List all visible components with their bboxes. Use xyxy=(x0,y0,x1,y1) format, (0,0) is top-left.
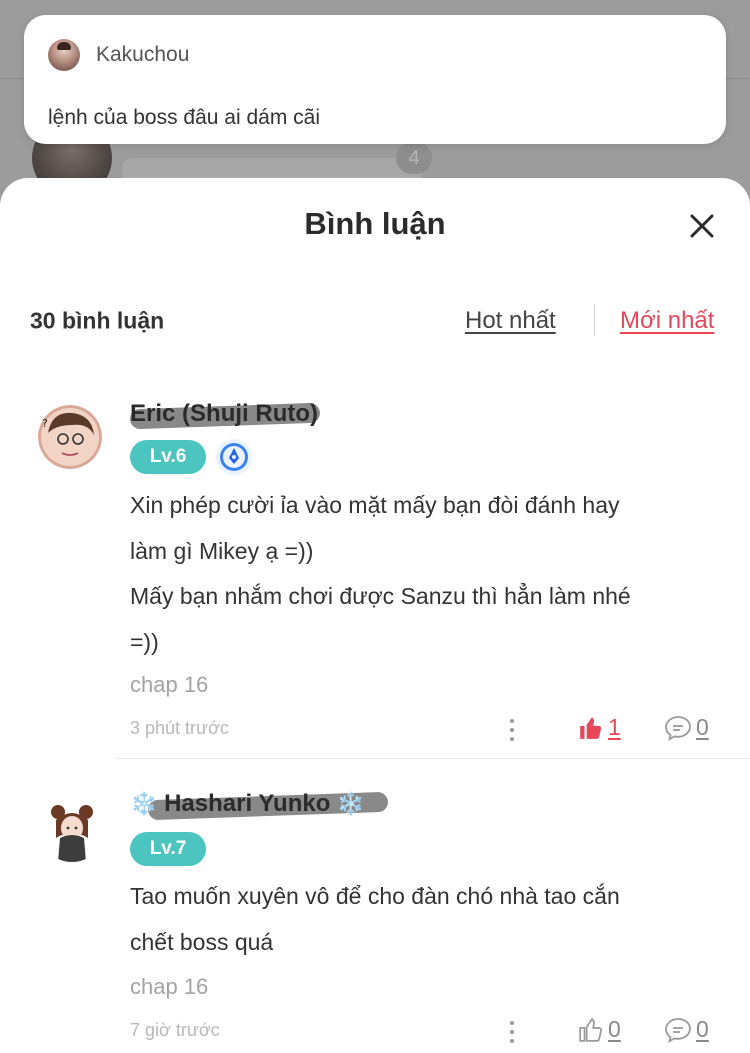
comment-count: 30 bình luận xyxy=(30,307,165,334)
comment-divider xyxy=(116,758,750,759)
more-icon xyxy=(510,719,514,723)
snowflake-icon: ❄️ xyxy=(337,791,365,816)
preview-comment-text: lệnh của boss đâu ai dám cãi xyxy=(48,106,321,129)
avatar[interactable] xyxy=(40,798,104,862)
avatar[interactable]: ? xyxy=(38,405,102,469)
close-icon xyxy=(690,214,714,238)
like-button[interactable]: 1 xyxy=(578,714,621,741)
sort-divider xyxy=(594,304,595,336)
comment-author-name[interactable]: Eric (Shuji Ruto) xyxy=(129,400,321,430)
snowflake-icon: ❄️ xyxy=(130,791,158,816)
svg-text:?: ? xyxy=(42,417,48,430)
like-button[interactable]: 0 xyxy=(578,1016,621,1043)
sort-tab-hot[interactable]: Hot nhất xyxy=(465,307,556,335)
preview-author-name: Kakuchou xyxy=(96,43,190,66)
more-icon xyxy=(510,1021,514,1025)
comment-text: Tao muốn xuyên vô để cho đàn chó nhà tao… xyxy=(130,883,620,955)
level-badge: Lv.7 xyxy=(130,832,206,866)
comment-text: Xin phép cười ỉa vào mặt mấy bạn đòi đán… xyxy=(130,492,631,655)
thumbs-up-icon xyxy=(579,1017,602,1042)
comment-timestamp: 3 phút trước xyxy=(130,718,229,738)
comments-sheet: Bình luận 30 bình luận Hot nhất Mới nhất… xyxy=(0,178,750,1053)
reply-button[interactable]: 0 xyxy=(664,714,709,741)
comment-chapter[interactable]: chap 16 xyxy=(130,672,208,698)
reply-button[interactable]: 0 xyxy=(664,1016,709,1043)
thumbs-up-icon xyxy=(580,716,602,739)
comment-bubble-icon xyxy=(665,715,691,741)
sheet-title: Bình luận xyxy=(304,206,446,241)
comment-bubble-icon xyxy=(665,1017,691,1043)
more-button[interactable] xyxy=(504,717,520,743)
comment-preview-card[interactable]: Kakuchou lệnh của boss đâu ai dám cãi xyxy=(24,15,726,144)
comment-timestamp: 7 giờ trước xyxy=(130,1020,220,1040)
close-button[interactable] xyxy=(682,206,722,246)
pen-badge-icon xyxy=(216,439,252,475)
sort-tab-new[interactable]: Mới nhất xyxy=(620,307,714,335)
comment-author-name[interactable]: ❄️ Hashari Yunko ❄️ xyxy=(130,790,389,821)
comment-chapter[interactable]: chap 16 xyxy=(130,974,208,1000)
background-count-badge: 4 xyxy=(396,142,432,174)
more-button[interactable] xyxy=(504,1019,520,1045)
level-badge: Lv.6 xyxy=(130,440,206,474)
preview-avatar xyxy=(48,39,80,71)
